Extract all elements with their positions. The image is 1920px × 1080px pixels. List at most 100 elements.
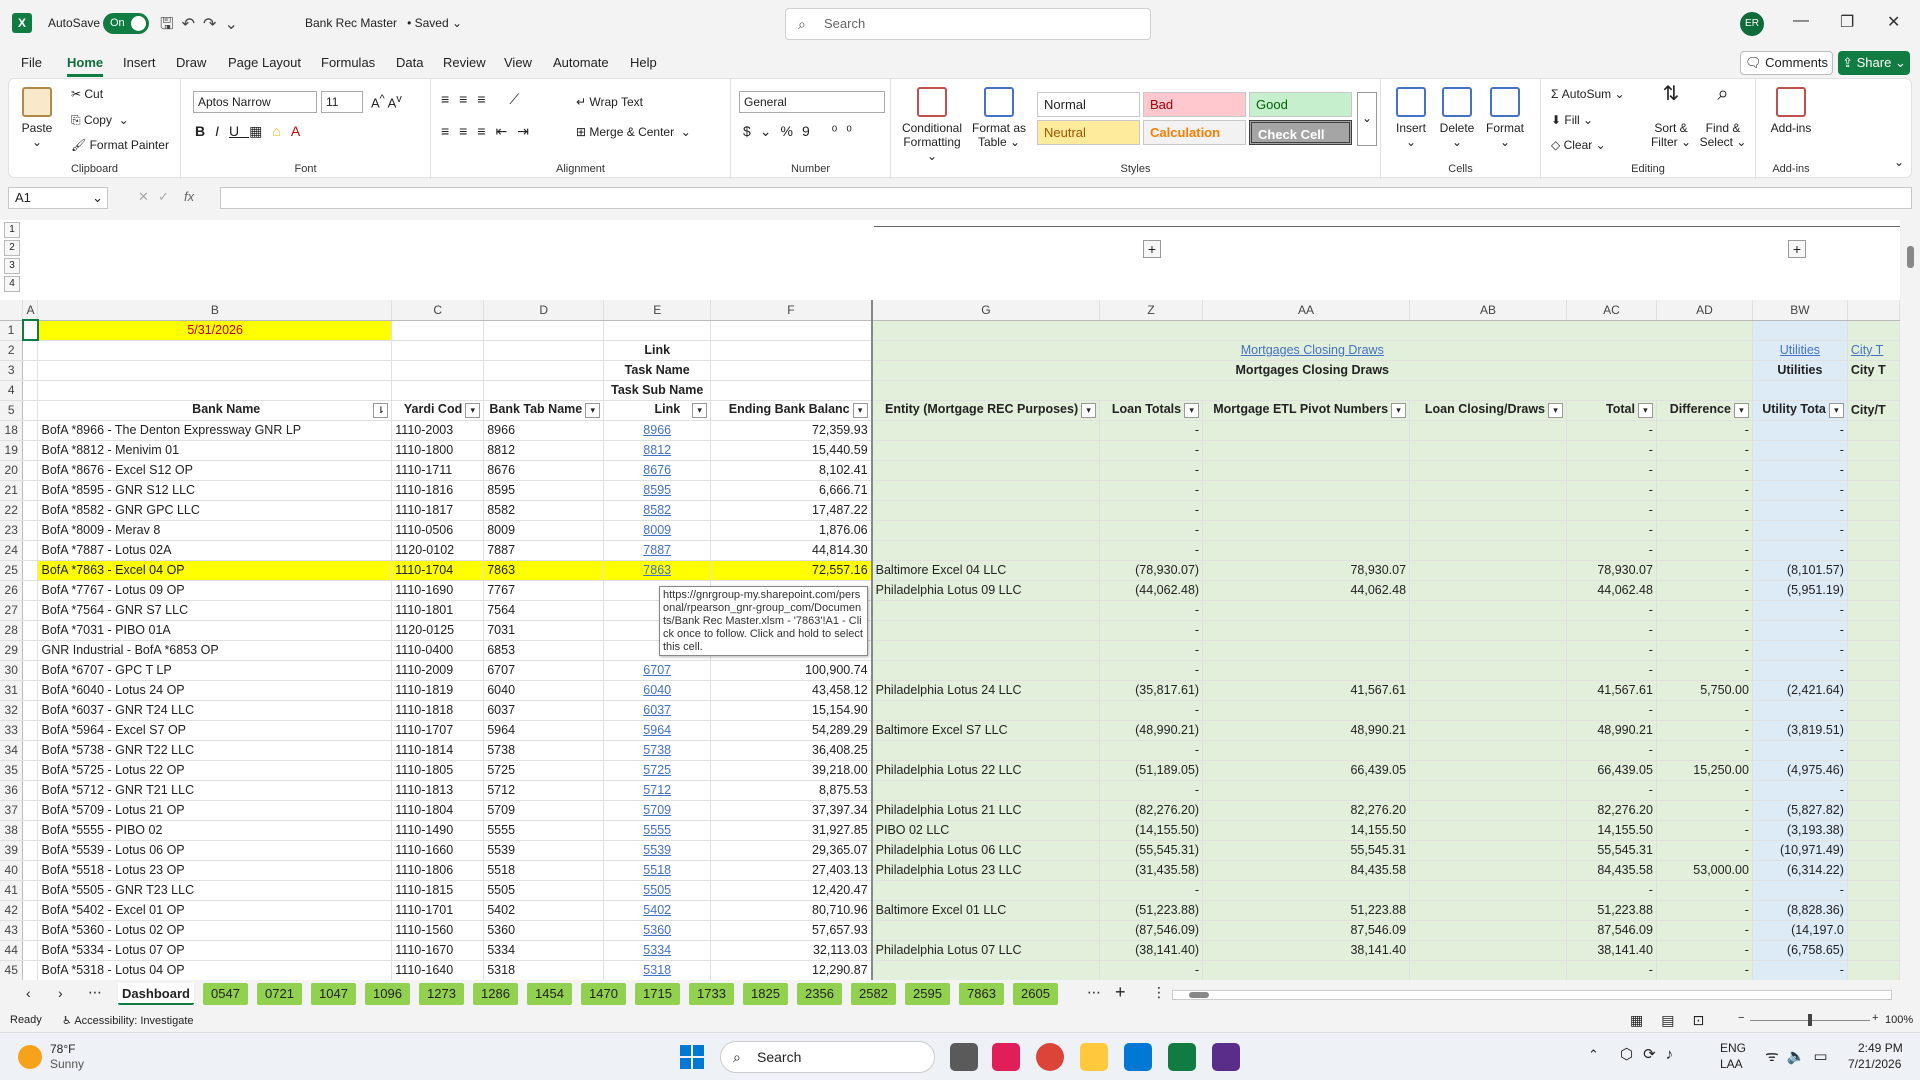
cell-tot[interactable]: 41,567.61 (1566, 680, 1657, 701)
row-header[interactable]: 38 (0, 820, 24, 841)
cell-bank[interactable]: BofA *7031 - PIBO 01A (37, 620, 393, 641)
cell-yardi[interactable]: 1110-2009 (391, 660, 485, 681)
style-bad[interactable]: Bad (1143, 92, 1246, 117)
tab-hyperlink[interactable]: 6040 (603, 680, 712, 701)
cell-tab[interactable]: 5539 (483, 840, 605, 861)
tab-data[interactable]: Data (396, 55, 423, 70)
cell-lc[interactable] (1409, 420, 1568, 441)
cell-lc[interactable] (1409, 780, 1568, 801)
cell-bank[interactable]: BofA *5709 - Lotus 21 OP (37, 800, 393, 821)
tab-hyperlink[interactable]: 5964 (603, 720, 712, 741)
style-check-cell[interactable]: Check Cell (1249, 120, 1352, 145)
cell-yardi[interactable]: 1110-1701 (391, 900, 485, 921)
cell[interactable] (22, 540, 39, 561)
cell-lt[interactable]: - (1099, 880, 1204, 901)
cell-tot[interactable]: - (1566, 460, 1657, 481)
tab-hyperlink[interactable]: 5505 (603, 880, 712, 901)
cell-yardi[interactable]: 1110-1806 (391, 860, 485, 881)
cell[interactable] (22, 760, 39, 781)
weather-temp[interactable]: 78°F (50, 1042, 75, 1056)
number-format-select[interactable]: General (739, 91, 885, 113)
row-header[interactable]: 35 (0, 760, 24, 781)
cell-lc[interactable] (1409, 940, 1568, 961)
cell[interactable] (1847, 580, 1900, 601)
row-header[interactable]: 28 (0, 620, 24, 641)
style-calculation[interactable]: Calculation (1143, 120, 1246, 145)
cell-yardi[interactable]: 1110-2003 (391, 420, 485, 441)
close-icon[interactable]: ✕ (1887, 12, 1900, 32)
cell-tab[interactable]: 6853 (483, 640, 605, 661)
tab-hyperlink[interactable]: 5318 (603, 960, 712, 980)
cell-util[interactable]: - (1752, 480, 1848, 501)
cell[interactable] (22, 960, 39, 980)
cell-etl[interactable] (1202, 500, 1411, 521)
utilities-link[interactable]: Utilities (1752, 340, 1848, 361)
loan-totals-header[interactable]: Loan Totals ▾ (1099, 400, 1204, 421)
cell[interactable] (1847, 740, 1900, 761)
cell-util[interactable]: - (1752, 460, 1848, 481)
cell-lc[interactable] (1409, 960, 1568, 980)
cell-util[interactable]: - (1752, 740, 1848, 761)
tab-home[interactable]: Home (67, 55, 104, 77)
tab-hyperlink[interactable]: 6707 (603, 660, 712, 681)
zoom-slider[interactable] (1750, 1014, 1870, 1026)
sheet-tab[interactable]: 2595 (905, 983, 950, 1005)
font-family-select[interactable]: Aptos Narrow (193, 91, 317, 113)
cell-lt[interactable]: (48,990.21) (1099, 720, 1204, 741)
cell-bank[interactable]: BofA *7767 - Lotus 09 OP (37, 580, 393, 601)
cell-entity[interactable] (871, 620, 1101, 641)
cell-tab[interactable]: 5738 (483, 740, 605, 761)
cell-yardi[interactable]: 1120-0102 (391, 540, 485, 561)
cell-bank[interactable]: BofA *5964 - Excel S7 OP (37, 720, 393, 741)
cell[interactable] (1847, 560, 1900, 581)
cell-lt[interactable]: - (1099, 660, 1204, 681)
format-cells-button[interactable]: Format ⌄ (1483, 87, 1527, 149)
cell[interactable] (1847, 600, 1900, 621)
cell[interactable] (22, 600, 39, 621)
cell-bal[interactable]: 6,666.71 (710, 480, 873, 501)
cell-diff[interactable]: 5,750.00 (1656, 680, 1753, 701)
cell-etl[interactable] (1202, 520, 1411, 541)
cell-tot[interactable]: 84,435.58 (1566, 860, 1657, 881)
cell-diff[interactable]: - (1656, 580, 1753, 601)
cell-yardi[interactable]: 1110-1690 (391, 580, 485, 601)
cell-bal[interactable]: 44,814.30 (710, 540, 873, 561)
cell-tab[interactable]: 7564 (483, 600, 605, 621)
column-header[interactable]: AB (1409, 300, 1568, 321)
cell-bal[interactable]: 36,408.25 (710, 740, 873, 761)
row-header[interactable]: 34 (0, 740, 24, 761)
conditional-formatting-button[interactable]: Conditional Formatting ⌄ (899, 87, 965, 163)
tab-hyperlink[interactable]: 7863 (603, 560, 712, 581)
cell-diff[interactable]: - (1656, 780, 1753, 801)
cell-yardi[interactable]: 1110-0400 (391, 640, 485, 661)
cell-bal[interactable]: 54,289.29 (710, 720, 873, 741)
cell[interactable] (1847, 320, 1900, 341)
row-header[interactable]: 36 (0, 780, 24, 801)
cell-entity[interactable] (871, 480, 1101, 501)
filter-dropdown-icon[interactable]: ▾ (1637, 402, 1653, 418)
cell[interactable] (22, 720, 39, 741)
cell-tab[interactable]: 8812 (483, 440, 605, 461)
cell-lc[interactable] (1409, 800, 1568, 821)
cell-etl[interactable]: 48,990.21 (1202, 720, 1411, 741)
cell-diff[interactable]: - (1656, 940, 1753, 961)
cell-entity[interactable] (871, 640, 1101, 661)
column-header[interactable]: B (37, 300, 393, 321)
cell[interactable] (1847, 900, 1900, 921)
cell-lc[interactable] (1409, 560, 1568, 581)
cell-tot[interactable]: - (1566, 540, 1657, 561)
cell-etl[interactable] (1202, 700, 1411, 721)
cell-tot[interactable]: 14,155.50 (1566, 820, 1657, 841)
cell-util[interactable]: - (1752, 420, 1848, 441)
cell-util[interactable]: (14,197.0 (1752, 920, 1848, 941)
cell-etl[interactable] (1202, 440, 1411, 461)
row-header[interactable]: 33 (0, 720, 24, 741)
cell[interactable] (22, 480, 39, 501)
cell-bank[interactable]: BofA *8812 - Menivim 01 (37, 440, 393, 461)
cell-tab[interactable]: 8676 (483, 460, 605, 481)
cell-lt[interactable]: - (1099, 540, 1204, 561)
cell-tab[interactable]: 5334 (483, 940, 605, 961)
cell-lt[interactable]: - (1099, 480, 1204, 501)
clock-date[interactable]: 7/21/2026 (1848, 1057, 1901, 1071)
cell-tot[interactable]: - (1566, 600, 1657, 621)
